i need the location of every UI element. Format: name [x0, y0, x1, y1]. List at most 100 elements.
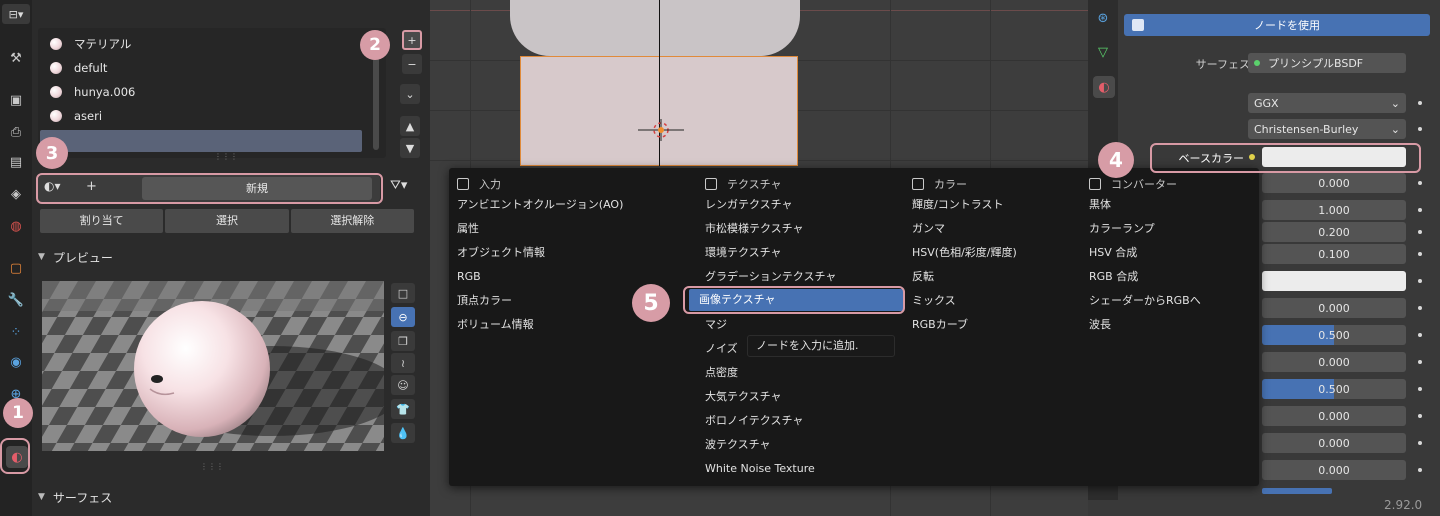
anisotropic-field[interactable]: 0.000 [1262, 406, 1406, 426]
keyframe-dot[interactable] [1418, 230, 1422, 234]
sheen-tint-field[interactable] [1262, 488, 1332, 494]
distribution-dropdown[interactable]: GGX ⌄ [1248, 93, 1406, 113]
3d-cursor-icon[interactable] [638, 119, 684, 141]
preview-resize-handle[interactable]: ⋮⋮⋮ [200, 462, 224, 471]
anisotropic-rotation-field[interactable]: 0.000 [1262, 433, 1406, 453]
keyframe-dot[interactable] [1418, 387, 1422, 391]
slot-specials-button[interactable]: ⌄ [400, 84, 420, 104]
keyframe-dot[interactable] [1418, 181, 1422, 185]
keyframe-dot[interactable] [1418, 252, 1422, 256]
menu-item[interactable]: 環境テクスチャ [705, 242, 782, 264]
particles-icon[interactable]: ⁘ [6, 322, 26, 342]
menu-item[interactable]: レンガテクスチャ [705, 194, 793, 216]
keyframe-dot[interactable] [1418, 360, 1422, 364]
sheen-field[interactable]: 0.000 [1262, 460, 1406, 480]
specular-field[interactable]: 0.500 [1262, 325, 1406, 345]
menu-item[interactable]: HSV(色相/彩度/輝度) [912, 242, 1017, 264]
specular-tint-field[interactable]: 0.000 [1262, 352, 1406, 372]
preview-section-header[interactable]: ▼ プレビュー [38, 246, 113, 268]
menu-item[interactable]: ガンマ [912, 218, 945, 240]
keyframe-dot[interactable] [1418, 101, 1422, 105]
sphere-icon[interactable]: ⊖ [391, 307, 415, 327]
keyframe-dot[interactable] [1418, 279, 1422, 283]
object-data-icon[interactable]: ▽ [1093, 42, 1113, 62]
menu-item[interactable]: 属性 [457, 218, 479, 240]
list-item[interactable]: defult [50, 58, 107, 78]
menu-item[interactable]: RGB 合成 [1089, 266, 1138, 288]
fluid-icon[interactable]: 💧 [391, 423, 415, 443]
world-icon[interactable]: ◍ [6, 216, 26, 236]
menu-item[interactable]: カラーランプ [1089, 218, 1155, 240]
physics-icon[interactable]: ◉ [6, 352, 26, 372]
editor-type-selector[interactable]: ⊟▾ [2, 4, 30, 24]
subsurface-method-dropdown[interactable]: Christensen-Burley ⌄ [1248, 119, 1406, 139]
menu-item[interactable]: ボリューム情報 [457, 314, 534, 336]
menu-item[interactable]: アンビエントオクルージョン(AO) [457, 194, 623, 216]
menu-item[interactable]: グラデーションテクスチャ [705, 266, 836, 288]
menu-item[interactable]: ノイズ [705, 338, 738, 360]
menu-item[interactable]: 波テクスチャ [705, 434, 771, 456]
keyframe-dot[interactable] [1418, 306, 1422, 310]
surface-shader-field[interactable]: プリンシプルBSDF [1248, 53, 1406, 73]
menu-item[interactable]: 点密度 [705, 362, 738, 384]
menu-item[interactable]: 頂点カラー [457, 290, 512, 312]
keyframe-dot[interactable] [1418, 468, 1422, 472]
move-slot-up-button[interactable]: ▲ [400, 116, 420, 136]
keyframe-dot[interactable] [1418, 208, 1422, 212]
remove-slot-button[interactable]: − [402, 54, 422, 74]
subsurface-field[interactable]: 0.000 [1262, 173, 1406, 193]
list-item[interactable]: hunya.006 [50, 82, 135, 102]
modifier-icon[interactable]: 🔧 [6, 290, 26, 310]
keyframe-dot[interactable] [1418, 333, 1422, 337]
add-slot-button[interactable]: + [402, 30, 422, 50]
character-mesh[interactable] [510, 0, 800, 56]
hair-icon[interactable]: ≀ [391, 353, 415, 373]
cloth-icon[interactable]: 👕 [391, 399, 415, 419]
menu-item[interactable]: ミックス [912, 290, 956, 312]
menu-item[interactable]: RGBカーブ [912, 314, 968, 336]
keyframe-dot[interactable] [1418, 127, 1422, 131]
menu-item[interactable]: 大気テクスチャ [705, 386, 782, 408]
subsurface-radius-x-field[interactable]: 1.000 [1262, 200, 1406, 220]
monkey-icon[interactable]: ☺ [391, 375, 415, 395]
subsurface-color-swatch[interactable] [1262, 271, 1406, 291]
menu-item[interactable]: RGB [457, 266, 481, 288]
menu-item[interactable]: 市松模様テクスチャ [705, 218, 804, 240]
object-icon[interactable]: ▢ [6, 258, 26, 278]
keyframe-dot[interactable] [1418, 414, 1422, 418]
list-item[interactable]: aseri [50, 106, 102, 126]
menu-item[interactable]: シェーダーからRGBへ [1089, 290, 1201, 312]
resize-handle[interactable]: ⋮⋮⋮ [214, 152, 238, 161]
subsurface-radius-z-field[interactable]: 0.100 [1262, 244, 1406, 264]
list-item[interactable]: マテリアル [50, 34, 131, 54]
subsurface-radius-y-field[interactable]: 0.200 [1262, 222, 1406, 242]
selected-slot-highlight[interactable] [40, 130, 362, 152]
select-button[interactable]: 選択 [165, 209, 289, 233]
assign-button[interactable]: 割り当て [40, 209, 164, 233]
cube-icon[interactable]: ❐ [391, 331, 415, 351]
move-slot-down-button[interactable]: ▼ [400, 138, 420, 158]
link-browser-button[interactable]: ⛛▾ [390, 178, 407, 193]
surface-section-header[interactable]: ▼ サーフェス [38, 486, 112, 508]
deselect-button[interactable]: 選択解除 [290, 209, 414, 233]
menu-item[interactable]: オブジェクト情報 [457, 242, 545, 264]
roughness-field[interactable]: 0.500 [1262, 379, 1406, 399]
flat-icon[interactable]: □ [391, 283, 415, 303]
menu-item[interactable]: 黒体 [1089, 194, 1111, 216]
material-icon[interactable]: ◐ [1093, 76, 1115, 98]
constraints-icon[interactable]: ⊛ [1093, 8, 1113, 28]
metallic-field[interactable]: 0.000 [1262, 298, 1406, 318]
scene-icon[interactable]: ◈ [6, 184, 26, 204]
use-nodes-button[interactable]: ノードを使用 [1124, 14, 1430, 36]
menu-item[interactable]: 輝度/コントラスト [912, 194, 1004, 216]
menu-item[interactable]: White Noise Texture [705, 458, 815, 480]
menu-item[interactable]: HSV 合成 [1089, 242, 1137, 264]
view-layer-icon[interactable]: ▤ [6, 152, 26, 172]
menu-item[interactable]: ボロノイテクスチャ [705, 410, 803, 432]
keyframe-dot[interactable] [1418, 441, 1422, 445]
render-icon[interactable]: ▣ [6, 90, 26, 110]
tool-icon[interactable]: ⚒ [6, 48, 26, 68]
menu-item[interactable]: 反転 [912, 266, 934, 288]
menu-item[interactable]: 波長 [1089, 314, 1111, 336]
menu-item[interactable]: マジ [705, 314, 727, 336]
